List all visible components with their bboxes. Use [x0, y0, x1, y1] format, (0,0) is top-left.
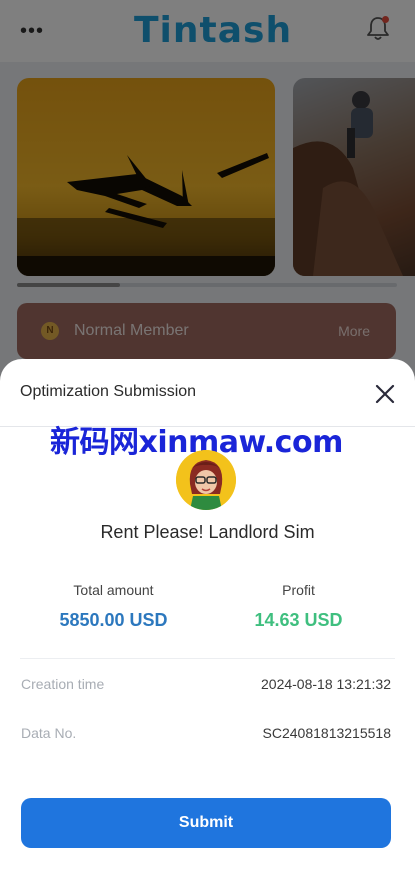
data-no-row: Data No. SC24081813215518: [20, 725, 391, 745]
submit-button[interactable]: Submit: [21, 798, 391, 848]
close-icon[interactable]: [372, 381, 398, 407]
creation-time-row: Creation time 2024-08-18 13:21:32: [20, 676, 391, 696]
creation-time-label: Creation time: [21, 676, 105, 692]
stats-divider: [20, 658, 395, 659]
data-no-value: SC24081813215518: [262, 725, 391, 741]
profit-label: Profit: [282, 582, 315, 598]
profit-value: 14.63 USD: [254, 610, 343, 630]
total-amount-value: 5850.00 USD: [59, 610, 168, 630]
game-avatar-icon: [176, 450, 236, 510]
profit-block: Profit 14.63 USD: [195, 582, 402, 631]
data-no-label: Data No.: [21, 725, 77, 741]
total-amount-block: Total amount 5850.00 USD: [10, 582, 217, 631]
sheet-title: Optimization Submission: [20, 383, 197, 400]
optimization-sheet: Optimization Submission 新码网xinmaw.com Re…: [0, 359, 415, 894]
creation-time-value: 2024-08-18 13:21:32: [261, 676, 391, 692]
total-amount-label: Total amount: [73, 582, 154, 598]
game-name: Rent Please! Landlord Sim: [100, 522, 315, 542]
